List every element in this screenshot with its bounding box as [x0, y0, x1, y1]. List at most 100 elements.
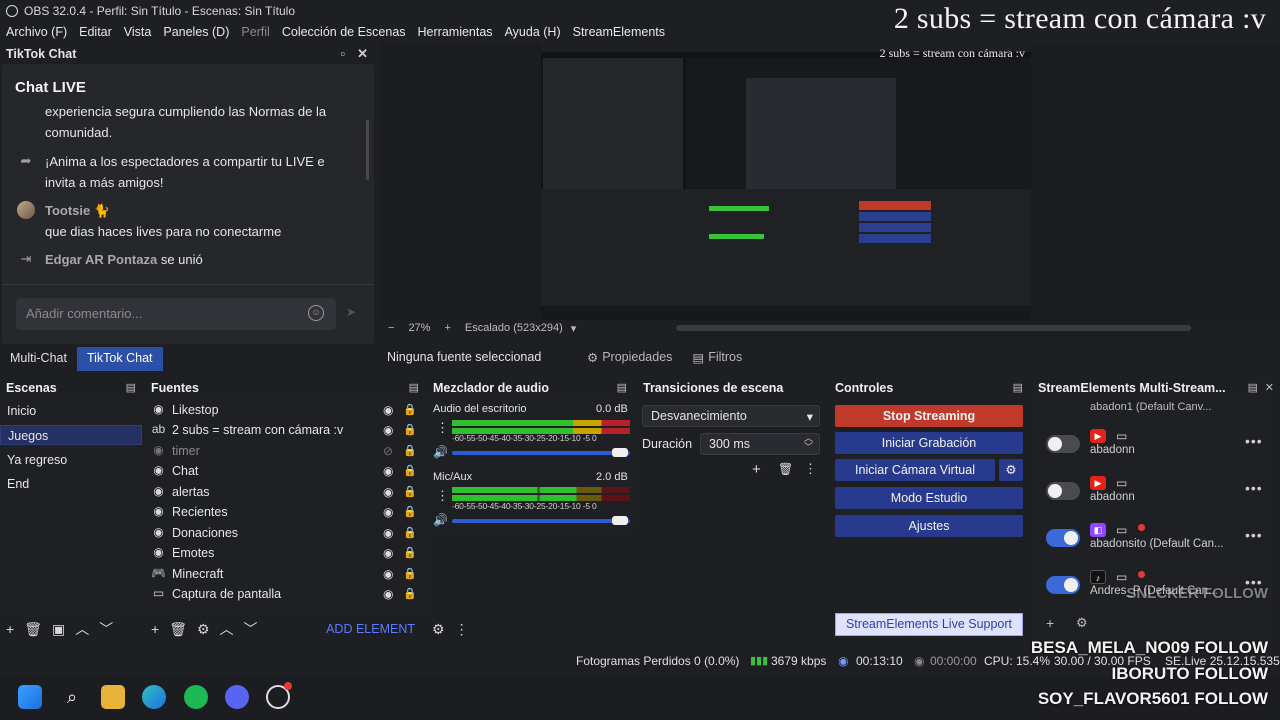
speaker-icon[interactable]: 🔊 [433, 445, 448, 459]
source-settings-button[interactable]: ⚙ [197, 621, 210, 638]
zoom-out-button[interactable]: − [388, 322, 394, 334]
dock-menu-icon[interactable]: ▤ [617, 381, 627, 394]
volume-slider[interactable] [452, 451, 630, 455]
eye-hidden-icon[interactable]: ⊘ [383, 441, 393, 461]
discord-icon[interactable] [225, 685, 249, 709]
add-scene-button[interactable]: + [6, 621, 14, 637]
start-recording-button[interactable]: Iniciar Grabación [835, 432, 1023, 454]
scene-item[interactable]: End [0, 474, 142, 494]
output-toggle[interactable] [1046, 576, 1080, 594]
source-item[interactable]: ◉ Donaciones ◉ 🔒 [145, 523, 425, 543]
dock-menu-icon[interactable]: ▤ [409, 381, 419, 394]
menu-ayuda[interactable]: Ayuda (H) [505, 25, 561, 39]
move-up-button[interactable]: ︿ [75, 619, 89, 639]
menu-coleccion[interactable]: Colección de Escenas [282, 25, 406, 39]
menu-perfil[interactable]: Perfil [241, 25, 269, 39]
spotify-icon[interactable] [184, 685, 208, 709]
settings-button[interactable]: Ajustes [835, 515, 1023, 537]
menu-vista[interactable]: Vista [124, 25, 152, 39]
close-icon[interactable]: ✕ [1265, 381, 1274, 394]
source-item[interactable]: ◉ Recientes ◉ 🔒 [145, 502, 425, 522]
search-icon[interactable]: ⌕ [60, 685, 84, 709]
source-item[interactable]: ◉ alertas ◉ 🔒 [145, 482, 425, 502]
lock-icon[interactable]: 🔒 [403, 584, 417, 604]
mixer-menu-icon[interactable]: ⋮ [455, 621, 469, 638]
lock-icon[interactable]: 🔒 [403, 523, 417, 543]
lock-icon[interactable]: 🔒 [403, 543, 417, 563]
preview-canvas[interactable]: 2 subs = stream con cámara :v [541, 44, 1031, 320]
send-icon[interactable]: ➤ [346, 305, 360, 319]
filters-button[interactable]: ▤ Filtros [692, 350, 742, 365]
volume-knob[interactable] [612, 516, 628, 525]
add-element-button[interactable]: ADD ELEMENT [318, 620, 423, 638]
tab-multi-chat[interactable]: Multi-Chat [0, 347, 77, 371]
scale-dropdown[interactable]: Escalado (523x294) [465, 322, 563, 334]
eye-icon[interactable]: ◉ [383, 420, 393, 440]
move-down-button[interactable]: ﹀ [99, 619, 113, 639]
volume-knob[interactable] [612, 448, 628, 457]
gear-icon[interactable]: ⚙ [999, 459, 1023, 481]
remove-scene-button[interactable]: 🗑 [24, 621, 42, 638]
speaker-icon[interactable]: 🔊 [433, 513, 448, 527]
volume-slider[interactable] [452, 519, 630, 523]
scene-item[interactable]: Inicio [0, 401, 142, 421]
transition-menu-icon[interactable]: ⋮ [804, 461, 817, 477]
dock-menu-icon[interactable]: ▤ [126, 381, 136, 394]
mixer-settings-icon[interactable]: ⚙ [432, 621, 445, 638]
eye-icon[interactable]: ◉ [383, 523, 393, 543]
lock-icon[interactable]: 🔒 [403, 400, 417, 420]
eye-icon[interactable]: ◉ [383, 502, 393, 522]
channel-menu-icon[interactable]: ⋮ [436, 420, 449, 436]
edge-icon[interactable] [142, 685, 166, 709]
menu-herramientas[interactable]: Herramientas [418, 25, 493, 39]
add-source-button[interactable]: + [151, 621, 159, 637]
lock-icon[interactable]: 🔒 [403, 502, 417, 522]
remove-transition-button[interactable]: 🗑 [778, 462, 793, 476]
tab-tiktok-chat[interactable]: TikTok Chat [76, 347, 163, 371]
eye-icon[interactable]: ◉ [383, 400, 393, 420]
menu-editar[interactable]: Editar [79, 25, 112, 39]
file-explorer-icon[interactable] [101, 685, 125, 709]
more-icon[interactable]: ••• [1245, 433, 1263, 449]
lock-icon[interactable]: 🔒 [403, 482, 417, 502]
output-toggle[interactable] [1046, 482, 1080, 500]
scene-item[interactable]: Ya regreso [0, 450, 142, 470]
source-item[interactable]: ab 2 subs = stream con cámara :v ◉ 🔒 [145, 420, 425, 440]
source-item[interactable]: ◉ Emotes ◉ 🔒 [145, 543, 425, 563]
dock-menu-icon[interactable]: ▤ [1248, 381, 1258, 394]
dock-menu-icon[interactable]: ▤ [1013, 381, 1023, 394]
preview-scrollbar[interactable] [676, 325, 1191, 331]
studio-mode-button[interactable]: Modo Estudio [835, 487, 1023, 509]
eye-icon[interactable]: ◉ [383, 584, 393, 604]
source-item[interactable]: ◉ Chat ◉ 🔒 [145, 461, 425, 481]
windows-start-icon[interactable] [18, 685, 42, 709]
properties-button[interactable]: ⚙ Propiedades [587, 350, 672, 365]
gear-icon[interactable]: ⚙ [1076, 615, 1088, 631]
menu-archivo[interactable]: Archivo (F) [6, 25, 67, 39]
eye-icon[interactable]: ◉ [383, 543, 393, 563]
chat-scrollbar[interactable] [366, 120, 369, 180]
scene-filters-button[interactable]: ▣ [52, 621, 65, 638]
move-down-button[interactable]: ﹀ [244, 619, 258, 639]
eye-icon[interactable]: ◉ [383, 482, 393, 502]
duration-input[interactable]: 300 ms ︿ ﹀ [700, 433, 820, 455]
remove-source-button[interactable]: 🗑 [169, 621, 187, 638]
lock-icon[interactable]: 🔒 [403, 461, 417, 481]
output-toggle[interactable] [1046, 435, 1080, 453]
float-icon[interactable]: ▫ [340, 46, 345, 62]
eye-icon[interactable]: ◉ [383, 564, 393, 584]
add-output-button[interactable]: + [1046, 615, 1054, 631]
zoom-in-button[interactable]: + [444, 322, 450, 334]
menu-paneles[interactable]: Paneles (D) [163, 25, 229, 39]
scene-item-selected[interactable]: Juegos [0, 425, 142, 445]
lock-icon[interactable]: 🔒 [403, 441, 417, 461]
output-toggle[interactable] [1046, 529, 1080, 547]
eye-icon[interactable]: ◉ [383, 461, 393, 481]
more-icon[interactable]: ••• [1245, 527, 1263, 543]
lock-icon[interactable]: 🔒 [403, 564, 417, 584]
lock-icon[interactable]: 🔒 [403, 420, 417, 440]
start-virtual-camera-button[interactable]: Iniciar Cámara Virtual [835, 459, 995, 481]
comment-input[interactable]: Añadir comentario... [16, 298, 336, 330]
se-live-support-button[interactable]: StreamElements Live Support [835, 613, 1023, 636]
chevron-down-icon[interactable]: ▾ [571, 322, 577, 335]
